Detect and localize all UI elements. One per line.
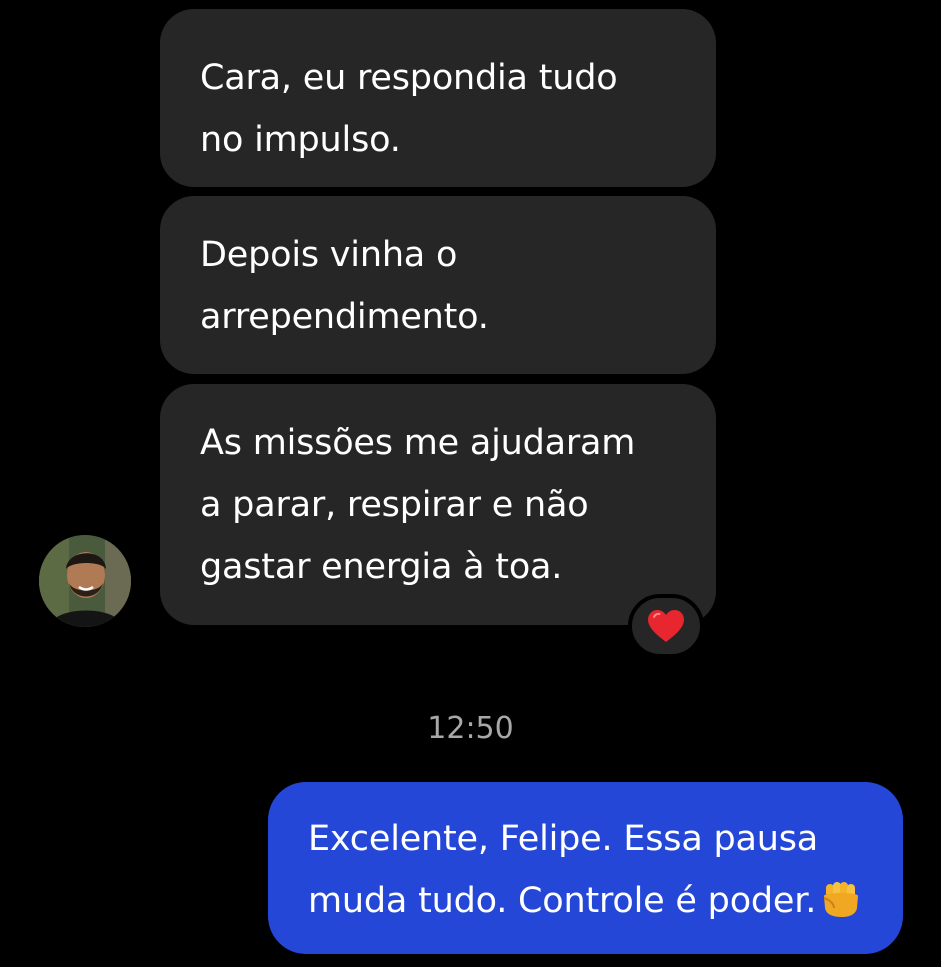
- message-text: As missões me ajudaram a parar, respirar…: [200, 423, 636, 587]
- message-text: Excelente, Felipe. Essa pausa muda tudo.…: [308, 808, 865, 938]
- incoming-message[interactable]: Depois vinha o arrependimento.: [160, 196, 716, 374]
- message-line-text: muda tudo. Controle é poder.: [308, 881, 817, 921]
- message-text: Cara, eu respondia tudo no impulso.: [200, 58, 618, 160]
- message-timestamp: 12:50: [427, 711, 514, 746]
- message-text: Depois vinha o arrependimento.: [200, 235, 489, 337]
- incoming-message[interactable]: As missões me ajudaram a parar, respirar…: [160, 384, 716, 625]
- sender-avatar[interactable]: [39, 535, 131, 627]
- message-line: muda tudo. Controle é poder.: [308, 870, 865, 938]
- incoming-message[interactable]: Cara, eu respondia tudo no impulso.: [160, 9, 716, 187]
- message-reaction[interactable]: [628, 594, 704, 658]
- fist-icon: [820, 876, 862, 938]
- outgoing-message[interactable]: Excelente, Felipe. Essa pausa muda tudo.…: [268, 782, 903, 954]
- heart-icon: [648, 610, 684, 642]
- message-line: Excelente, Felipe. Essa pausa: [308, 819, 819, 859]
